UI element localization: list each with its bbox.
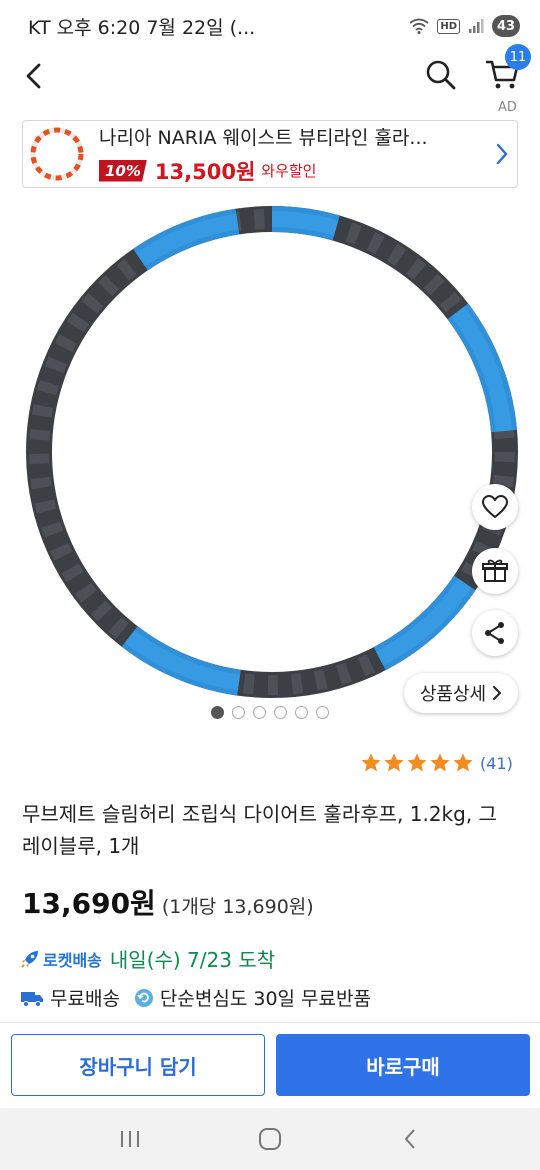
ad-discount-badge: 10%	[99, 159, 147, 182]
bottom-divider	[0, 1022, 540, 1023]
top-nav	[0, 52, 540, 112]
back-icon	[26, 63, 41, 89]
home-button[interactable]	[240, 1114, 300, 1164]
heart-icon	[482, 495, 508, 518]
ad-price: 13,500원	[154, 159, 256, 184]
unit-price: (1개당 13,690원)	[161, 896, 314, 918]
ad-banner[interactable]: 나리아 NARIA 웨이스트 뷰티라인 훌라... 10% 13,500원 와우…	[22, 120, 518, 188]
system-nav-bar	[0, 1108, 540, 1170]
product-price: 13,690원	[22, 887, 156, 920]
system-back-icon	[404, 1129, 415, 1149]
return-policy-text: 단순변심도 30일 무료반품	[159, 988, 371, 1010]
cart-count-badge: 11	[505, 44, 531, 70]
shipping-row: 무료배송 단순변심도 30일 무료반품	[20, 984, 371, 1011]
star-icon	[430, 753, 450, 772]
ad-label: AD	[498, 100, 517, 115]
chevron-right-icon	[496, 143, 508, 165]
signal-icon	[469, 19, 484, 33]
review-count: (41)	[480, 753, 513, 773]
gallery-dot[interactable]	[253, 706, 266, 719]
ad-thumbnail	[23, 122, 91, 186]
wishlist-button[interactable]	[472, 484, 518, 530]
chevron-right-icon	[493, 686, 502, 700]
buy-now-button[interactable]: 바로구매	[276, 1034, 530, 1096]
ad-price-row: 10% 13,500원 와우할인	[99, 156, 487, 186]
price-row: 13,690원 (1개당 13,690원)	[22, 882, 314, 922]
rocket-delivery-row: 로켓배송 내일(수) 7/23 도착	[20, 944, 275, 973]
star-icon	[407, 753, 427, 772]
rocket-icon	[21, 950, 38, 968]
gift-icon	[482, 559, 508, 582]
battery-indicator: 43	[492, 15, 520, 37]
return-icon	[134, 988, 153, 1007]
ad-sale-label: 와우할인	[261, 162, 317, 180]
product-detail-label: 상품상세	[419, 684, 487, 705]
gallery-dot[interactable]	[316, 706, 329, 719]
status-text: KT 오후 6:20 7월 22일 (...	[28, 16, 256, 39]
share-icon	[485, 622, 504, 644]
search-icon	[426, 60, 456, 90]
ad-text: 나리아 NARIA 웨이스트 뷰티라인 훌라... 10% 13,500원 와우…	[91, 123, 487, 186]
rating-summary[interactable]: (41)	[360, 752, 513, 774]
rocket-delivery-label: 로켓배송	[43, 950, 102, 970]
status-bar: KT 오후 6:20 7월 22일 (... HD 43	[0, 0, 540, 52]
ad-title: 나리아 NARIA 웨이스트 뷰티라인 훌라...	[99, 126, 428, 149]
add-to-cart-button[interactable]: 장바구니 담기	[11, 1034, 265, 1096]
back-button[interactable]	[14, 56, 54, 96]
search-button[interactable]	[418, 52, 464, 98]
gift-button[interactable]	[472, 548, 518, 594]
hula-hoop-image	[26, 206, 518, 698]
star-icon	[384, 753, 404, 772]
free-shipping-text: 무료배송	[50, 988, 120, 1010]
hoop-thumbnail-icon	[30, 127, 84, 181]
product-image[interactable]	[0, 200, 540, 720]
gallery-dot[interactable]	[211, 706, 224, 719]
ad-chevron	[487, 142, 517, 166]
gallery-dot[interactable]	[274, 706, 287, 719]
gallery-pagination	[211, 706, 329, 719]
wifi-icon	[409, 18, 429, 34]
share-button[interactable]	[472, 610, 518, 656]
hd-badge: HD	[437, 18, 460, 34]
recents-icon	[121, 1131, 139, 1147]
product-detail-button[interactable]: 상품상세	[404, 673, 518, 713]
system-back-button[interactable]	[380, 1114, 440, 1164]
product-title: 무브제트 슬림허리 조립식 다이어트 훌라후프, 1.2kg, 그레이블루, 1…	[22, 802, 497, 858]
gallery-dot[interactable]	[295, 706, 308, 719]
star-rating	[360, 752, 474, 774]
star-icon	[453, 753, 473, 772]
recents-button[interactable]	[100, 1114, 160, 1164]
truck-icon	[21, 991, 43, 1007]
home-icon	[259, 1128, 281, 1150]
gallery-dot[interactable]	[232, 706, 245, 719]
star-icon	[361, 753, 381, 772]
status-icons: HD 43	[409, 15, 520, 37]
arrival-date: 내일(수) 7/23 도착	[109, 948, 276, 972]
